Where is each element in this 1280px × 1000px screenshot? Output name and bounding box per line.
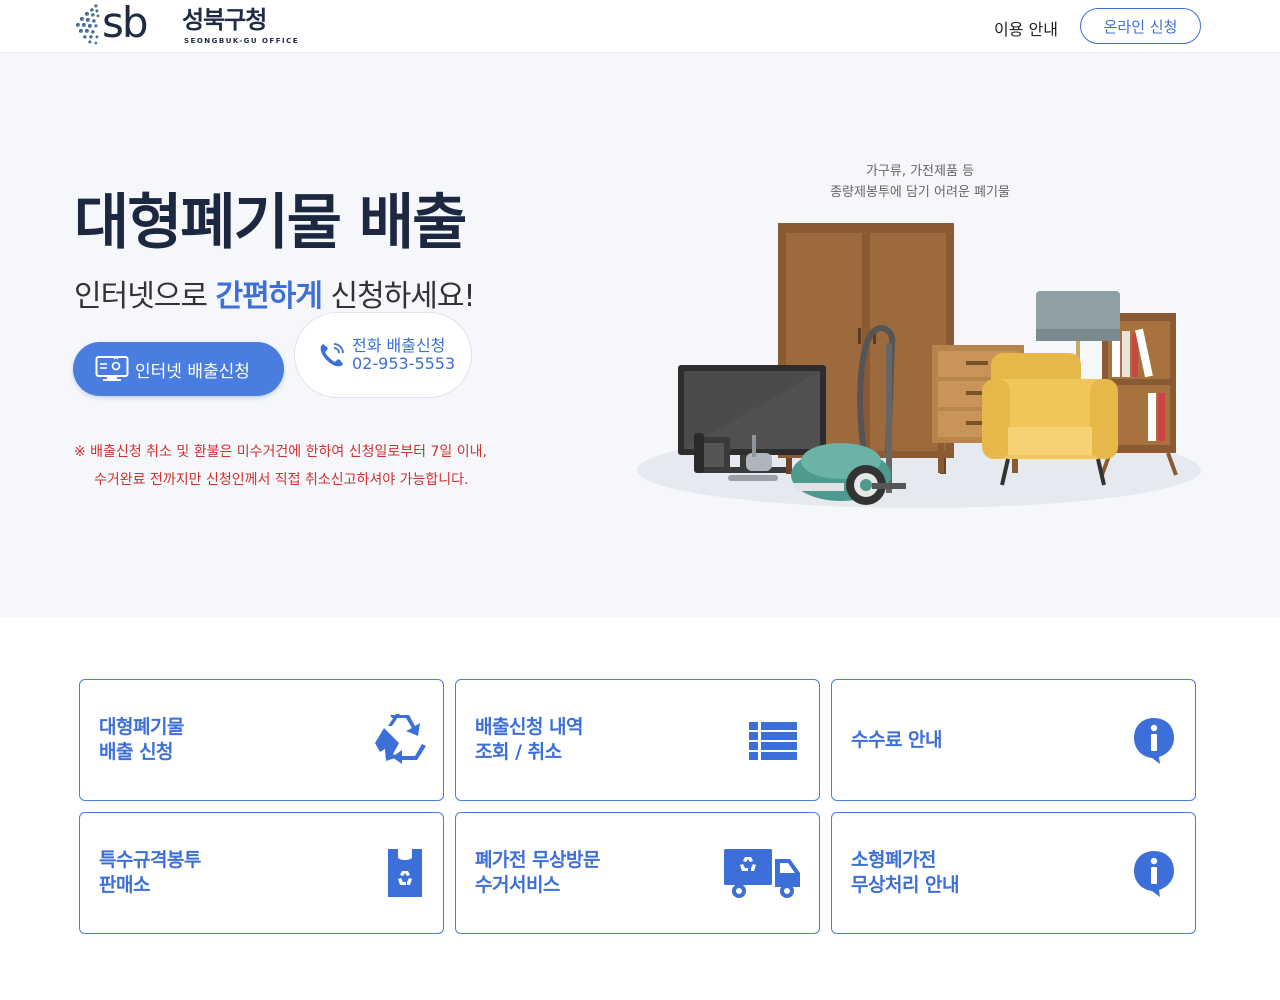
tile-bulky-waste-apply[interactable]: 대형폐기물 배출 신청 [79, 679, 444, 801]
logo-mark-icon [76, 4, 100, 45]
tile-label: 대형폐기물 배출 신청 [99, 680, 184, 800]
nav-online-apply-button[interactable]: 온라인 신청 [1080, 8, 1201, 44]
notice-line-1: ※ 배출신청 취소 및 환불은 미수거건에 한하여 신청일로부터 7일 이내, [74, 444, 487, 460]
recycle-bag-icon [388, 849, 422, 897]
info-icon [1134, 718, 1174, 764]
logo-english-name: SEONGBUK-GU OFFICE [184, 37, 300, 45]
hero-section: 대형폐기물 배출 인터넷으로 간편하게 신청하세요! 인터넷 배출신청 전화 배… [0, 53, 1280, 617]
tile-label-line-2: 수거서비스 [475, 874, 560, 896]
tile-label: 특수규격봉투 판매소 [99, 813, 201, 933]
phone-apply-button[interactable]: 전화 배출신청 02-953-5553 [294, 312, 472, 398]
tile-label-line-2: 판매소 [99, 874, 150, 896]
recycle-icon [375, 714, 426, 764]
phone-icon [320, 343, 344, 367]
tile-appliance-pickup[interactable]: 폐가전 무상방문 수거서비스 [455, 812, 820, 934]
tile-label-line-1: 수수료 안내 [851, 728, 943, 751]
tile-label-line-1: 소형폐가전 [851, 849, 936, 871]
caption-line-2: 종량제봉투에 담기 어려운 폐기물 [830, 185, 1010, 200]
hero-subtitle-highlight: 간편하게 [215, 279, 323, 314]
site-header: sb 성북구청 SEONGBUK-GU OFFICE 이용 안내 온라인 신청 [0, 0, 1280, 53]
tile-fee-guide[interactable]: 수수료 안내 [831, 679, 1196, 801]
list-icon [749, 722, 797, 760]
tile-label-line-2: 배출 신청 [99, 741, 174, 763]
seongbuk-logo[interactable]: sb 성북구청 SEONGBUK-GU OFFICE [72, 0, 302, 48]
tile-label-line-2: 조회 / 취소 [475, 741, 562, 763]
tile-label-line-1: 폐가전 무상방문 [475, 849, 600, 871]
hero-subtitle-before: 인터넷으로 [74, 279, 216, 314]
logo-sb-text: sb [102, 0, 149, 47]
nav-usage-guide[interactable]: 이용 안내 [994, 16, 1058, 40]
computer-icon [95, 356, 129, 381]
caption-line-1: 가구류, 가전제품 등 [865, 164, 975, 179]
tile-application-history[interactable]: 배출신청 내역 조회 / 취소 [455, 679, 820, 801]
tile-label: 폐가전 무상방문 수거서비스 [475, 813, 600, 933]
tile-small-appliance-guide[interactable]: 소형폐가전 무상처리 안내 [831, 812, 1196, 934]
info-icon [1134, 851, 1174, 897]
tile-label-line-1: 배출신청 내역 [475, 716, 584, 738]
tile-label-line-1: 대형폐기물 [99, 716, 184, 738]
service-tiles: 대형폐기물 배출 신청 배출신청 내역 조회 / 취소 수수료 안내 특수규격봉… [79, 679, 1196, 935]
bulky-waste-illustration [637, 223, 1201, 508]
tile-special-bag-store[interactable]: 특수규격봉투 판매소 [79, 812, 444, 934]
hero-title: 대형폐기물 배출 [74, 188, 467, 258]
logo-korean-name: 성북구청 [182, 6, 267, 34]
tile-label: 소형폐가전 무상처리 안내 [851, 813, 960, 933]
internet-apply-button[interactable]: 인터넷 배출신청 [73, 342, 284, 396]
phone-apply-text: 전화 배출신청 02-953-5553 [352, 337, 455, 373]
cancellation-notice: ※ 배출신청 취소 및 환불은 미수거건에 한하여 신청일로부터 7일 이내, … [74, 438, 487, 494]
tile-label-line-2: 무상처리 안내 [851, 874, 960, 896]
phone-apply-pill[interactable]: 전화 배출신청 02-953-5553 [294, 312, 472, 398]
hero-subtitle-after: 신청하세요! [321, 279, 475, 314]
tile-label: 배출신청 내역 조회 / 취소 [475, 680, 584, 800]
hero-illustration-caption: 가구류, 가전제품 등 종량제봉투에 담기 어려운 폐기물 [760, 161, 1080, 203]
phone-apply-number: 02-953-5553 [352, 354, 456, 373]
tile-label-line-1: 특수규격봉투 [99, 849, 201, 871]
telephone-icon [694, 433, 730, 473]
phone-apply-label: 전화 배출신청 [352, 336, 446, 355]
notice-line-2: 수거완료 전까지만 신청인께서 직접 취소신고하셔야 가능합니다. [94, 472, 469, 488]
hero-subtitle: 인터넷으로 간편하게 신청하세요! [74, 271, 476, 315]
tile-label: 수수료 안내 [851, 680, 943, 800]
internet-apply-label: 인터넷 배출신청 [135, 361, 250, 382]
recycle-truck-icon [724, 849, 800, 898]
